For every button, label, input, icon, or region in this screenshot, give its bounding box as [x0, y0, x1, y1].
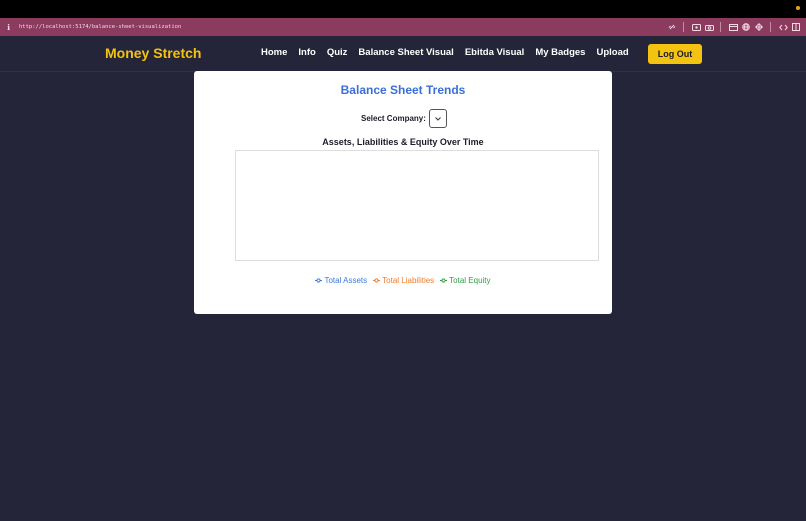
chart-legend: Total Assets Total Liabilities Total Equit…: [194, 276, 612, 285]
nav-link-ebitda-visual[interactable]: Ebitda Visual: [465, 47, 524, 58]
toolbar-divider: [683, 22, 684, 32]
page-title: Balance Sheet Trends: [340, 83, 466, 97]
nav-link-upload[interactable]: Upload: [596, 47, 628, 58]
nav-link-info[interactable]: Info: [298, 47, 315, 58]
chevron-down-icon: [435, 116, 441, 121]
browser-toolbar: [665, 21, 802, 33]
logout-button[interactable]: Log Out: [648, 44, 702, 64]
link-icon[interactable]: [666, 21, 678, 33]
legend-marker-icon: [373, 278, 381, 283]
line-chart: [236, 151, 598, 260]
legend-item[interactable]: Total Equity: [440, 276, 491, 285]
balance-sheet-card: Balance Sheet Trends Select Company: Ass…: [194, 71, 612, 314]
chart-plot-area: [235, 150, 599, 261]
company-select-row: Select Company:: [361, 109, 447, 128]
window-icon[interactable]: [727, 21, 739, 33]
legend-item[interactable]: Total Assets: [315, 276, 367, 285]
address-bar[interactable]: ℹ http://localhost:5174/balance-sheet-vi…: [0, 18, 806, 36]
main-navbar: Money Stretch Home Info Quiz Balance She…: [0, 36, 806, 72]
legend-marker-icon: [440, 278, 448, 283]
company-select-label: Select Company:: [361, 114, 426, 123]
legend-label: Total Assets: [324, 276, 368, 285]
chart-title: Assets, Liabilities & Equity Over Time: [322, 137, 484, 147]
target-icon[interactable]: [753, 21, 765, 33]
camera-icon[interactable]: [703, 21, 715, 33]
url-text[interactable]: http://localhost:5174/balance-sheet-visu…: [19, 24, 181, 30]
screenshot-icon[interactable]: [690, 21, 702, 33]
brand-logo[interactable]: Money Stretch: [105, 45, 201, 61]
nav-links: Home Info Quiz Balance Sheet Visual Ebit…: [261, 47, 640, 58]
legend-label: Total Liabilities: [382, 276, 435, 285]
code-icon[interactable]: [777, 21, 789, 33]
company-select[interactable]: [428, 109, 447, 128]
legend-label: Total Equity: [449, 276, 491, 285]
nav-link-quiz[interactable]: Quiz: [327, 47, 348, 58]
nav-link-my-badges[interactable]: My Badges: [535, 47, 585, 58]
toolbar-divider: [770, 22, 771, 32]
globe-icon[interactable]: [740, 21, 752, 33]
nav-link-home[interactable]: Home: [261, 47, 287, 58]
toolbar-divider: [720, 22, 721, 32]
notification-dot: [796, 6, 800, 10]
legend-item[interactable]: Total Liabilities: [373, 276, 434, 285]
sidebar-icon[interactable]: [790, 21, 802, 33]
info-icon[interactable]: ℹ: [7, 23, 17, 32]
legend-marker-icon: [315, 278, 323, 283]
window-top-bar: [0, 0, 806, 18]
nav-link-balance-sheet-visual[interactable]: Balance Sheet Visual: [358, 47, 453, 58]
